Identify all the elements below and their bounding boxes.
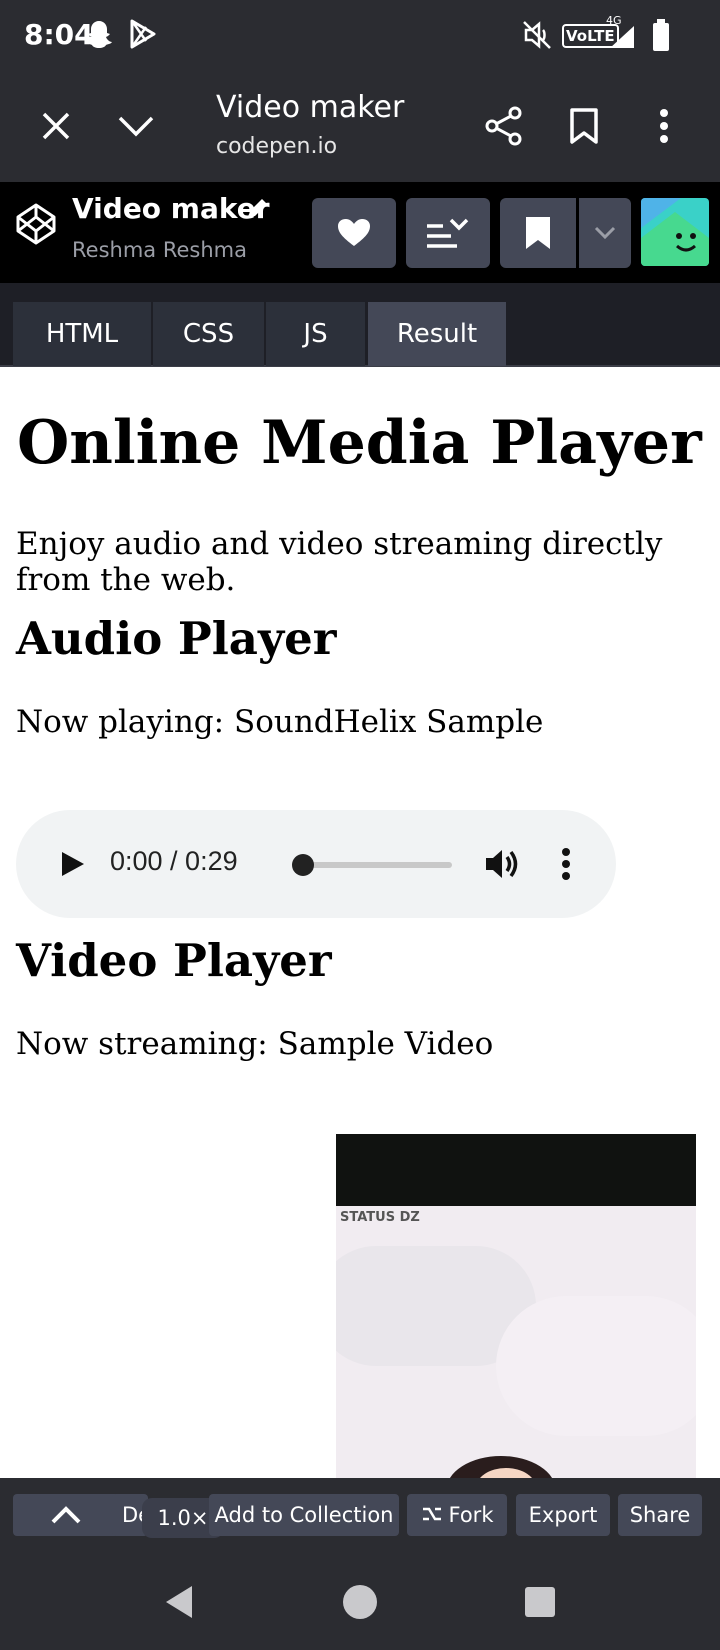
edit-pencil-icon[interactable] bbox=[244, 196, 270, 222]
add-to-collection-button[interactable]: Add to Collection bbox=[209, 1494, 399, 1536]
browser-url[interactable]: codepen.io bbox=[216, 134, 337, 159]
codepen-header: Video maker Reshma Reshma bbox=[0, 182, 720, 283]
page-heading: Online Media Player bbox=[17, 408, 702, 478]
share-icon[interactable] bbox=[480, 102, 528, 150]
share-button[interactable]: Share bbox=[618, 1494, 702, 1536]
like-button[interactable] bbox=[312, 198, 396, 268]
tab-result[interactable]: Result bbox=[368, 302, 506, 366]
layout-icon bbox=[427, 218, 469, 248]
audio-heading: Audio Player bbox=[16, 612, 337, 665]
audio-now-playing: Now playing: SoundHelix Sample bbox=[16, 704, 544, 740]
pen-title: Video maker bbox=[72, 192, 270, 225]
system-nav-bar bbox=[0, 1554, 720, 1650]
chevron-up-icon bbox=[51, 1506, 81, 1524]
recents-icon[interactable] bbox=[520, 1582, 560, 1622]
browser-page-title: Video maker bbox=[216, 90, 405, 125]
audio-more-icon[interactable] bbox=[556, 844, 576, 884]
pen-bookmark-button[interactable] bbox=[500, 198, 576, 268]
result-preview: Online Media Player Enjoy audio and vide… bbox=[0, 368, 720, 1478]
bookmark-filled-icon bbox=[526, 217, 550, 249]
fork-icon bbox=[422, 1507, 441, 1521]
fork-button[interactable]: Fork bbox=[407, 1494, 507, 1536]
tab-css[interactable]: CSS bbox=[153, 302, 264, 366]
fork-label: Fork bbox=[448, 1503, 494, 1527]
video-heading: Video Player bbox=[16, 934, 332, 987]
expand-console-button[interactable] bbox=[13, 1494, 119, 1536]
bookmark-dropdown-button[interactable] bbox=[579, 198, 631, 268]
heart-icon bbox=[338, 219, 370, 246]
close-icon[interactable] bbox=[32, 102, 80, 150]
mute-icon bbox=[522, 18, 552, 57]
codepen-logo-icon[interactable] bbox=[14, 202, 58, 246]
chevron-down-icon[interactable] bbox=[112, 102, 160, 150]
pen-author[interactable]: Reshma Reshma bbox=[72, 238, 247, 262]
audio-seek-track[interactable] bbox=[298, 862, 452, 868]
user-avatar[interactable] bbox=[641, 198, 709, 266]
home-icon[interactable] bbox=[340, 1582, 380, 1622]
battery-icon bbox=[652, 18, 670, 57]
export-button[interactable]: Export bbox=[516, 1494, 610, 1536]
layout-toggle-button[interactable] bbox=[406, 198, 490, 268]
svg-text:4G: 4G bbox=[606, 14, 622, 27]
play-store-icon bbox=[128, 18, 158, 55]
video-cloud-shape bbox=[496, 1296, 696, 1436]
audio-time: 0:00 / 0:29 bbox=[110, 846, 238, 876]
video-now-streaming: Now streaming: Sample Video bbox=[16, 1026, 494, 1062]
audio-player: 0:00 / 0:29 bbox=[16, 810, 616, 918]
status-bar: 8:04 VoLTE 4G bbox=[0, 0, 720, 72]
chevron-down-icon bbox=[594, 226, 616, 240]
tab-js[interactable]: JS bbox=[266, 302, 365, 366]
bookmark-icon[interactable] bbox=[560, 102, 608, 150]
volume-icon[interactable] bbox=[482, 844, 522, 884]
intro-text: Enjoy audio and video streaming directly… bbox=[16, 526, 663, 598]
snapchat-icon bbox=[84, 18, 114, 57]
audio-seek-thumb[interactable] bbox=[292, 854, 314, 876]
play-icon[interactable] bbox=[54, 846, 90, 882]
video-watermark: STATUS DZ bbox=[340, 1210, 420, 1225]
back-icon[interactable] bbox=[160, 1582, 200, 1622]
tab-html[interactable]: HTML bbox=[13, 302, 151, 366]
video-frame: STATUS DZ bbox=[336, 1206, 696, 1478]
codepen-bottom-bar: De 1.0× Add to Collection Fork Export Sh… bbox=[0, 1478, 720, 1554]
signal-4g-icon: 4G bbox=[604, 14, 636, 55]
more-vert-icon[interactable] bbox=[640, 102, 688, 150]
browser-toolbar: Video maker codepen.io bbox=[0, 72, 720, 182]
video-player[interactable]: STATUS DZ bbox=[336, 1134, 696, 1478]
editor-tabs: HTML CSS JS Result bbox=[0, 283, 720, 367]
